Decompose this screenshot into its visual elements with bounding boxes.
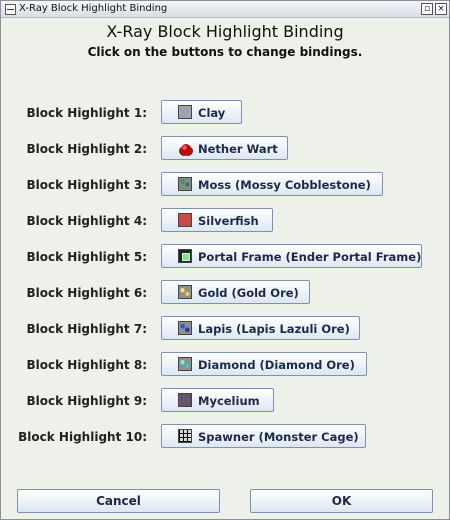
binding-label-8: Block Highlight 8:	[26, 358, 148, 372]
binding-button-3[interactable]: Moss (Mossy Cobblestone)	[161, 172, 383, 196]
binding-label-3: Block Highlight 3:	[26, 178, 148, 192]
binding-button-2-label: Nether Wart	[198, 142, 278, 156]
binding-row-2: Block Highlight 2: Nether Wart	[1, 136, 449, 164]
binding-button-10-label: Spawner (Monster Cage)	[198, 430, 359, 444]
window-menu-icon[interactable]	[5, 4, 16, 15]
window-title: X-Ray Block Highlight Binding	[19, 3, 168, 14]
dialog-title: X-Ray Block Highlight Binding	[106, 22, 344, 41]
binding-label-5: Block Highlight 5:	[26, 250, 148, 264]
binding-button-8-label: Diamond (Diamond Ore)	[198, 358, 355, 372]
binding-row-1: Block Highlight 1: Clay	[1, 100, 449, 128]
binding-row-6: Block Highlight 6: Gold (Gold Ore)	[1, 280, 449, 308]
binding-button-6[interactable]: Gold (Gold Ore)	[161, 280, 310, 304]
binding-button-5-label: Portal Frame (Ender Portal Frame)	[198, 250, 422, 264]
binding-row-8: Block Highlight 8: Diamond (Diamond Ore)	[1, 352, 449, 380]
binding-button-2[interactable]: Nether Wart	[161, 136, 288, 160]
diamond-ore-icon	[178, 357, 192, 371]
binding-label-10: Block Highlight 10:	[18, 430, 147, 444]
ender-portal-frame-icon	[178, 249, 192, 263]
binding-label-9: Block Highlight 9:	[26, 394, 148, 408]
binding-button-8[interactable]: Diamond (Diamond Ore)	[161, 352, 367, 376]
binding-button-10[interactable]: Spawner (Monster Cage)	[161, 424, 366, 448]
binding-button-9-label: Mycelium	[198, 394, 260, 408]
cancel-button[interactable]: Cancel	[17, 489, 220, 513]
mycelium-icon	[178, 393, 192, 407]
ok-button[interactable]: OK	[250, 489, 433, 513]
clay-block-icon	[178, 105, 192, 119]
minimize-button[interactable]: ▫	[421, 3, 433, 15]
binding-row-4: Block Highlight 4: Silverfish	[1, 208, 449, 236]
binding-button-3-label: Moss (Mossy Cobblestone)	[198, 178, 371, 192]
binding-dialog-window: X-Ray Block Highlight Binding ▫ × X-Ray …	[0, 0, 450, 520]
lapis-ore-icon	[178, 321, 192, 335]
binding-row-10: Block Highlight 10: Spawner (Monster Cag…	[1, 424, 449, 452]
binding-label-1: Block Highlight 1:	[26, 106, 148, 120]
silverfish-block-icon	[178, 213, 192, 227]
binding-row-7: Block Highlight 7: Lapis (Lapis Lazuli O…	[1, 316, 449, 344]
close-button[interactable]: ×	[435, 3, 447, 15]
monster-spawner-icon	[178, 429, 192, 443]
gold-ore-icon	[178, 285, 192, 299]
binding-label-7: Block Highlight 7:	[26, 322, 148, 336]
binding-button-7[interactable]: Lapis (Lapis Lazuli Ore)	[161, 316, 360, 340]
binding-label-2: Block Highlight 2:	[26, 142, 148, 156]
binding-row-5: Block Highlight 5: Portal Frame (Ender P…	[1, 244, 449, 272]
binding-row-9: Block Highlight 9: Mycelium	[1, 388, 449, 416]
mossy-cobblestone-icon	[178, 177, 192, 191]
binding-button-1-label: Clay	[198, 106, 226, 120]
dialog-subtitle: Click on the buttons to change bindings.	[87, 45, 363, 59]
binding-button-1[interactable]: Clay	[161, 100, 242, 124]
binding-button-4-label: Silverfish	[198, 214, 259, 228]
binding-row-3: Block Highlight 3: Moss (Mossy Cobblesto…	[1, 172, 449, 200]
binding-label-4: Block Highlight 4:	[26, 214, 148, 228]
binding-button-7-label: Lapis (Lapis Lazuli Ore)	[198, 322, 350, 336]
nether-wart-icon	[178, 141, 192, 155]
binding-button-5[interactable]: Portal Frame (Ender Portal Frame)	[161, 244, 422, 268]
binding-label-6: Block Highlight 6:	[26, 286, 148, 300]
binding-button-9[interactable]: Mycelium	[161, 388, 274, 412]
binding-button-6-label: Gold (Gold Ore)	[198, 286, 299, 300]
binding-button-4[interactable]: Silverfish	[161, 208, 273, 232]
title-bar[interactable]: X-Ray Block Highlight Binding ▫ ×	[1, 1, 449, 18]
